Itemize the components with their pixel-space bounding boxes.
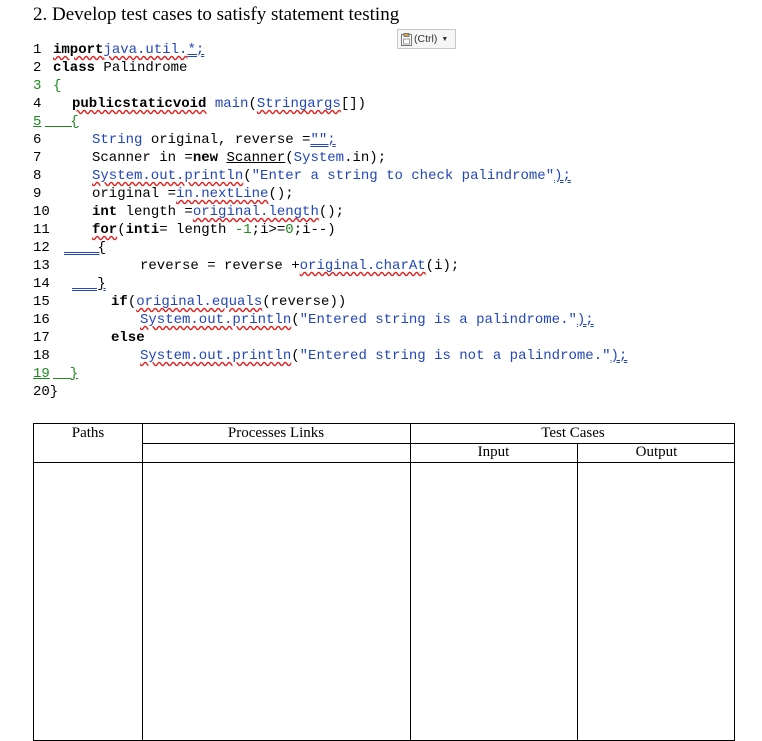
line-number: 13 [33,258,50,274]
clipboard-icon [401,32,412,46]
code-line-2: class Palindrome [53,60,188,76]
test-case-table: Paths Processes Links Test Cases Input O… [33,423,735,741]
line-number: 5 [33,114,42,130]
line-number: 12 [33,240,50,256]
line-number: 20} [33,384,59,400]
header-processes-links: Processes Links [227,425,325,441]
code-line-15: if(original.equals(reverse)) [111,294,347,310]
code-line-6: String original, reverse =""; [92,132,336,148]
line-number: 2 [33,60,42,76]
line-number: 9 [33,186,42,202]
line-number: 15 [33,294,50,310]
line-number: 3 [33,78,42,94]
code-line-14: } [72,276,106,292]
header-input: Input [477,444,510,460]
line-number: 1 [33,42,42,58]
header-output: Output [635,444,678,460]
line-number: 14 [33,276,50,292]
header-test-cases: Test Cases [541,425,605,441]
code-line-13: reverse = reverse +original.charAt(i); [140,258,460,274]
line-number: 11 [33,222,50,238]
line-number: 7 [33,150,42,166]
code-line-7: Scanner in =new Scanner(System.in); [92,150,387,166]
code-line-1: importjava.util.*; [53,42,205,58]
line-number: 17 [33,330,50,346]
line-number: 6 [33,132,42,148]
code-line-3: { [53,78,62,94]
code-line-9: original =in.nextLine(); [92,186,294,202]
code-line-16: System.out.println("Entered string is a … [140,312,594,328]
code-line-5: { [45,114,79,130]
code-line-12: { [64,240,107,256]
code-line-11: for(inti= length -1;i>=0;i--) [92,222,336,238]
code-line-8: System.out.println("Enter a string to ch… [92,168,571,184]
code-line-19: } [53,366,79,382]
paste-options-label: (Ctrl) [414,33,438,45]
column-divider [142,424,143,740]
chevron-down-icon: ▼ [441,35,449,43]
code-line-10: int length =original.length(); [92,204,345,220]
line-number: 19 [33,366,50,382]
code-line-18: System.out.println("Entered string is no… [140,348,628,364]
header-paths: Paths [71,425,105,441]
line-number: 16 [33,312,50,328]
row-divider [34,462,734,463]
paste-options-button[interactable]: (Ctrl) ▼ [397,29,456,49]
line-number: 8 [33,168,42,184]
column-divider [410,424,411,740]
code-line-4: publicstaticvoid main(Stringargs[]) [72,96,367,112]
code-line-17: else [111,330,145,346]
line-number: 4 [33,96,42,112]
question-heading: 2. Develop test cases to satisfy stateme… [33,4,400,25]
column-divider [577,443,578,740]
line-number: 18 [33,348,50,364]
line-number: 10 [33,204,50,220]
